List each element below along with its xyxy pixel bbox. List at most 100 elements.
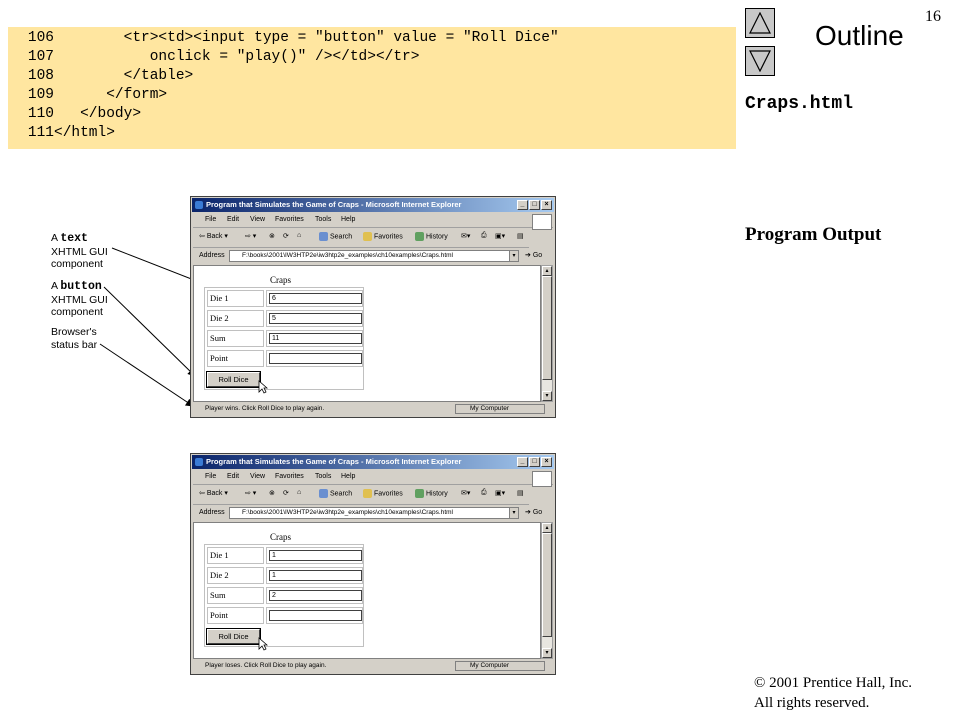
stop-icon[interactable]: ⊗ (269, 232, 275, 240)
maximize-button[interactable]: □ (529, 457, 540, 467)
die2-field[interactable]: 5 (269, 313, 362, 324)
search-button[interactable]: Search (319, 232, 352, 241)
home-icon[interactable]: ⌂ (297, 489, 301, 496)
stop-icon[interactable]: ⊗ (269, 489, 275, 497)
discuss-icon[interactable]: ▤ (517, 232, 524, 240)
address-input[interactable]: F:\books\2001\IW3HTP2e\iw3htp2e_examples… (229, 250, 519, 262)
die2-cell: 5 (266, 310, 363, 327)
window-title: Program that Simulates the Game of Craps… (206, 457, 462, 466)
sum-cell: 2 (266, 587, 363, 604)
sum-label: Sum (207, 587, 264, 604)
history-label: History (426, 233, 448, 241)
address-input[interactable]: F:\books\2001\IW3HTP2e\iw3htp2e_examples… (229, 507, 519, 519)
browser-window-win: Program that Simulates the Game of Craps… (190, 196, 556, 418)
favorites-button[interactable]: Favorites (363, 232, 403, 241)
menu-file[interactable]: File (205, 216, 216, 223)
status-bar: Player wins. Click Roll Dice to play aga… (193, 403, 553, 415)
arrow-to-status-bar (99, 343, 194, 407)
scroll-thumb[interactable] (542, 276, 552, 380)
print-icon[interactable]: ⎙ (481, 232, 487, 240)
address-bar: Address F:\books\2001\IW3HTP2e\iw3htp2e_… (193, 248, 553, 264)
scroll-up-icon[interactable]: ▴ (542, 266, 552, 276)
point-field[interactable] (269, 353, 362, 364)
forward-button[interactable]: ⇨ ▾ (245, 489, 256, 497)
sum-field[interactable]: 2 (269, 590, 362, 601)
vertical-scrollbar[interactable]: ▴ ▾ (541, 522, 553, 659)
status-text: Player wins. Click Roll Dice to play aga… (205, 405, 325, 412)
scroll-down-icon[interactable]: ▾ (542, 648, 552, 658)
menu-favorites[interactable]: Favorites (275, 216, 304, 223)
history-icon (415, 489, 424, 498)
point-field[interactable] (269, 610, 362, 621)
sum-cell: 11 (266, 330, 363, 347)
history-button[interactable]: History (415, 232, 448, 241)
menu-help[interactable]: Help (341, 216, 355, 223)
discuss-icon[interactable]: ▤ (517, 489, 524, 497)
scroll-up-icon[interactable]: ▴ (542, 523, 552, 533)
sum-field[interactable]: 11 (269, 333, 362, 344)
die1-field[interactable]: 1 (269, 550, 362, 561)
menu-tools[interactable]: Tools (315, 473, 331, 480)
security-zone: My Computer (455, 404, 545, 414)
close-button[interactable]: × (541, 457, 552, 467)
back-button[interactable]: ⇦ Back ▾ (199, 232, 228, 240)
go-button[interactable]: ➔ Go (525, 251, 542, 259)
minimize-button[interactable]: _ (517, 457, 528, 467)
mail-icon[interactable]: ✉▾ (461, 232, 470, 240)
point-cell (266, 607, 363, 624)
home-icon[interactable]: ⌂ (297, 232, 301, 239)
menu-bar: File Edit View Favorites Tools Help (193, 213, 553, 228)
search-label: Search (330, 233, 353, 241)
go-button[interactable]: ➔ Go (525, 508, 542, 516)
back-button[interactable]: ⇦ Back ▾ (199, 489, 228, 497)
vertical-scrollbar[interactable]: ▴ ▾ (541, 265, 553, 402)
address-label: Address (199, 509, 225, 516)
craps-heading: Craps (270, 532, 291, 542)
point-label: Point (207, 607, 264, 624)
mail-icon[interactable]: ✉▾ (461, 489, 470, 497)
zone-label: My Computer (470, 662, 510, 669)
back-arrow-icon: ⇦ (199, 490, 207, 497)
scroll-thumb[interactable] (542, 533, 552, 637)
mouse-pointer-icon (258, 637, 268, 651)
sum-label: Sum (207, 330, 264, 347)
menu-edit[interactable]: Edit (227, 216, 239, 223)
forward-button[interactable]: ⇨ ▾ (245, 232, 256, 240)
die2-label: Die 2 (207, 310, 264, 327)
toolbar: ⇦ Back ▾ ⇨ ▾ ⊗ ⟳ ⌂ Search Favorites Hist… (193, 486, 529, 505)
ie-app-icon (195, 201, 203, 209)
roll-dice-button[interactable]: Roll Dice (207, 629, 260, 644)
menu-tools[interactable]: Tools (315, 216, 331, 223)
window-title: Program that Simulates the Game of Craps… (206, 200, 462, 209)
print-icon[interactable]: ⎙ (481, 489, 487, 497)
roll-dice-button[interactable]: Roll Dice (207, 372, 260, 387)
refresh-icon[interactable]: ⟳ (283, 232, 289, 240)
search-button[interactable]: Search (319, 489, 352, 498)
refresh-icon[interactable]: ⟳ (283, 489, 289, 497)
menu-view[interactable]: View (250, 473, 265, 480)
die1-field[interactable]: 6 (269, 293, 362, 304)
menu-help[interactable]: Help (341, 473, 355, 480)
window-titlebar: Program that Simulates the Game of Craps… (192, 455, 554, 469)
windows-logo-icon (532, 471, 552, 487)
die2-label: Die 2 (207, 567, 264, 584)
history-button[interactable]: History (415, 489, 448, 498)
favorites-button[interactable]: Favorites (363, 489, 403, 498)
close-button[interactable]: × (541, 200, 552, 210)
menu-file[interactable]: File (205, 473, 216, 480)
minimize-button[interactable]: _ (517, 200, 528, 210)
menu-favorites[interactable]: Favorites (275, 473, 304, 480)
menu-edit[interactable]: Edit (227, 473, 239, 480)
edit-icon[interactable]: ▣▾ (495, 232, 505, 240)
address-bar: Address F:\books\2001\IW3HTP2e\iw3htp2e_… (193, 505, 553, 521)
chevron-down-icon[interactable]: ▾ (509, 250, 519, 262)
address-label: Address (199, 252, 225, 259)
maximize-button[interactable]: □ (529, 200, 540, 210)
edit-icon[interactable]: ▣▾ (495, 489, 505, 497)
chevron-down-icon[interactable]: ▾ (509, 507, 519, 519)
back-label: Back (206, 490, 223, 497)
menu-view[interactable]: View (250, 216, 265, 223)
mouse-pointer-icon (258, 380, 268, 394)
scroll-down-icon[interactable]: ▾ (542, 391, 552, 401)
die2-field[interactable]: 1 (269, 570, 362, 581)
